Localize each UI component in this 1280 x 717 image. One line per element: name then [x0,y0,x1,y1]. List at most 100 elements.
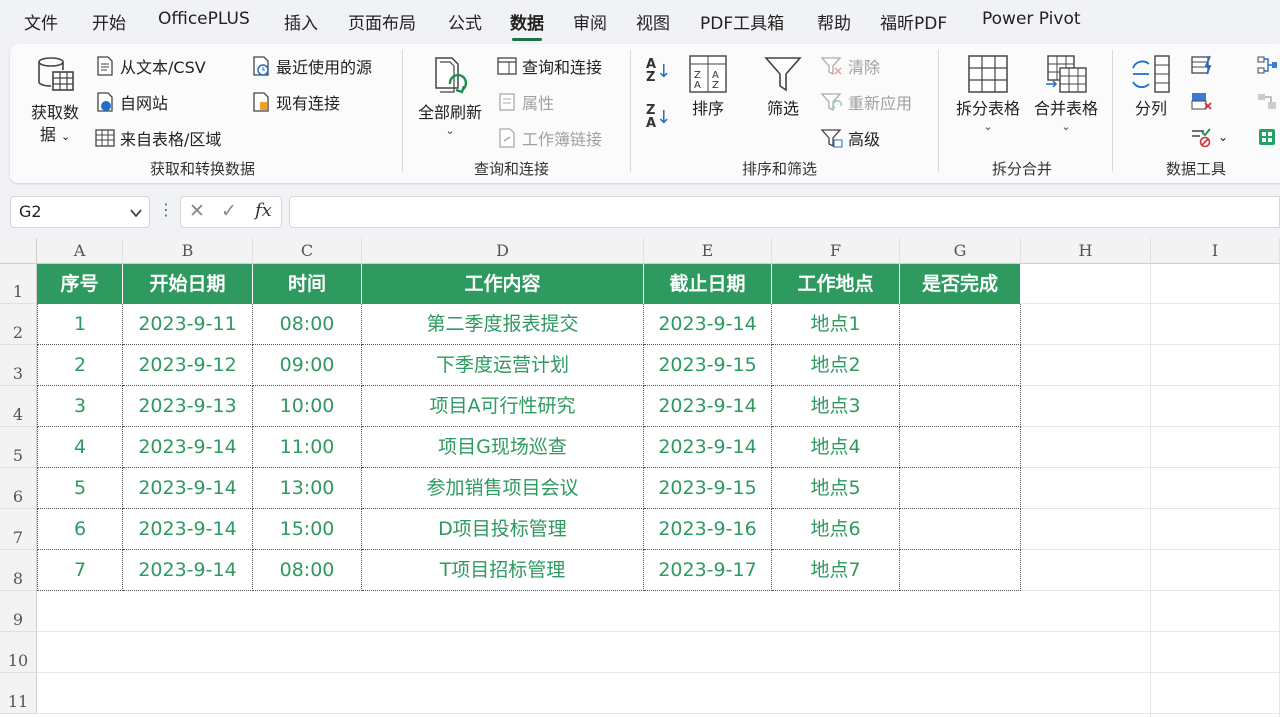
split-table-button[interactable]: 拆分表格 ⌄ [950,54,1026,134]
table-cell[interactable]: 3 [37,386,123,427]
table-cell[interactable]: 第二季度报表提交 [362,304,644,345]
table-cell[interactable]: 地点4 [772,427,900,468]
cancel-icon[interactable]: ✕ [189,200,205,222]
table-cell[interactable]: 地点6 [772,509,900,550]
column-header-a[interactable]: A [37,238,123,264]
from-text-csv-button[interactable]: 从文本/CSV [94,54,206,78]
more-options-icon[interactable]: ⋮ [158,200,174,219]
menu-power-pivot[interactable]: Power Pivot [982,9,1081,29]
column-header-d[interactable]: D [362,238,644,264]
table-cell[interactable] [900,345,1021,386]
row-header-6[interactable]: 6 [0,468,37,509]
table-cell[interactable]: 15:00 [253,509,362,550]
sort-ascending-button[interactable]: A Z ↓ [646,58,671,84]
row-header-10[interactable]: 10 [0,632,37,673]
clear-filter-button[interactable]: 清除 [820,54,880,78]
table-cell[interactable]: 5 [37,468,123,509]
row-header-8[interactable]: 8 [0,550,37,591]
table-cell[interactable]: 项目A可行性研究 [362,386,644,427]
column-header-g[interactable]: G [900,238,1021,264]
relationships-button[interactable] [1256,90,1278,112]
table-cell[interactable]: 10:00 [253,386,362,427]
table-cell[interactable]: 2023-9-14 [123,550,253,591]
table-cell[interactable] [900,304,1021,345]
table-cell[interactable]: 地点5 [772,468,900,509]
properties-button[interactable]: 属性 [496,90,554,114]
chevron-down-icon[interactable] [129,206,143,220]
menu-review[interactable]: 审阅 [573,9,607,34]
menu-view[interactable]: 视图 [636,9,670,34]
table-header-cell[interactable]: 截止日期 [644,264,772,304]
table-cell[interactable]: 参加销售项目会议 [362,468,644,509]
table-cell[interactable]: 2023-9-14 [123,468,253,509]
table-cell[interactable]: 2023-9-12 [123,345,253,386]
workbook-links-button[interactable]: 工作簿链接 [496,126,602,150]
from-table-button[interactable]: 来自表格/区域 [94,126,221,150]
menu-help[interactable]: 帮助 [817,9,851,34]
column-header-c[interactable]: C [253,238,362,264]
table-cell[interactable] [900,468,1021,509]
column-header-f[interactable]: F [772,238,900,264]
table-cell[interactable]: 地点1 [772,304,900,345]
table-cell[interactable]: 2023-9-14 [123,509,253,550]
menu-formulas[interactable]: 公式 [448,9,482,34]
recent-sources-button[interactable]: 最近使用的源 [250,54,372,78]
table-cell[interactable]: 08:00 [253,550,362,591]
sort-descending-button[interactable]: Z A ↓ [646,104,671,130]
table-cell[interactable] [900,427,1021,468]
table-cell[interactable]: 项目G现场巡查 [362,427,644,468]
text-to-columns-button[interactable]: 分列 [1122,54,1180,120]
insert-function-icon[interactable]: fx [255,200,272,221]
table-header-cell[interactable]: 是否完成 [900,264,1021,304]
row-header-11[interactable]: 11 [0,673,37,714]
table-cell[interactable]: 地点2 [772,345,900,386]
name-box[interactable]: G2 [10,196,150,228]
menu-insert[interactable]: 插入 [284,9,318,34]
table-header-cell[interactable]: 序号 [37,264,123,304]
table-cell[interactable]: 4 [37,427,123,468]
row-header-7[interactable]: 7 [0,509,37,550]
table-cell[interactable]: 地点3 [772,386,900,427]
table-cell[interactable]: 下季度运营计划 [362,345,644,386]
table-cell[interactable]: 2023-9-14 [644,304,772,345]
table-cell[interactable]: 2023-9-15 [644,345,772,386]
menu-pdf-toolbox[interactable]: PDF工具箱 [700,9,784,34]
table-cell[interactable]: 2023-9-14 [644,386,772,427]
row-header-9[interactable]: 9 [0,591,37,632]
table-cell[interactable]: 2023-9-11 [123,304,253,345]
table-cell[interactable]: 2023-9-14 [123,427,253,468]
menu-file[interactable]: 文件 [24,9,58,34]
row-header-2[interactable]: 2 [0,304,37,345]
table-cell[interactable]: 2023-9-17 [644,550,772,591]
menu-officeplus[interactable]: OfficePLUS [158,9,250,29]
row-header-4[interactable]: 4 [0,386,37,427]
from-web-button[interactable]: 自网站 [94,90,168,114]
table-cell[interactable]: 08:00 [253,304,362,345]
table-cell[interactable]: 09:00 [253,345,362,386]
sort-button[interactable]: ZA AZ 排序 [684,54,732,120]
menu-page-layout[interactable]: 页面布局 [348,9,416,34]
row-header-3[interactable]: 3 [0,345,37,386]
table-cell[interactable]: 2 [37,345,123,386]
consolidate-button[interactable] [1256,54,1278,76]
table-cell[interactable]: 11:00 [253,427,362,468]
table-cell[interactable]: 1 [37,304,123,345]
formula-input[interactable] [289,196,1280,228]
table-cell[interactable]: 地点7 [772,550,900,591]
table-cell[interactable]: 2023-9-14 [644,427,772,468]
refresh-all-button[interactable]: 全部刷新 ⌄ [412,54,488,138]
row-header-1[interactable]: 1 [0,264,37,304]
queries-connections-button[interactable]: 查询和连接 [496,54,602,78]
flash-fill-button[interactable] [1190,54,1214,76]
data-validation-button[interactable]: ⌄ [1190,126,1228,148]
remove-duplicates-button[interactable] [1190,90,1214,112]
advanced-filter-button[interactable]: 高级 [820,126,880,150]
table-cell[interactable]: 6 [37,509,123,550]
column-header-h[interactable]: H [1021,238,1151,264]
column-header-b[interactable]: B [123,238,253,264]
column-header-i[interactable]: I [1151,238,1280,264]
enter-check-icon[interactable]: ✓ [221,200,237,222]
column-header-e[interactable]: E [644,238,772,264]
merge-table-button[interactable]: 合并表格 ⌄ [1028,54,1104,134]
filter-button[interactable]: 筛选 [758,54,808,120]
